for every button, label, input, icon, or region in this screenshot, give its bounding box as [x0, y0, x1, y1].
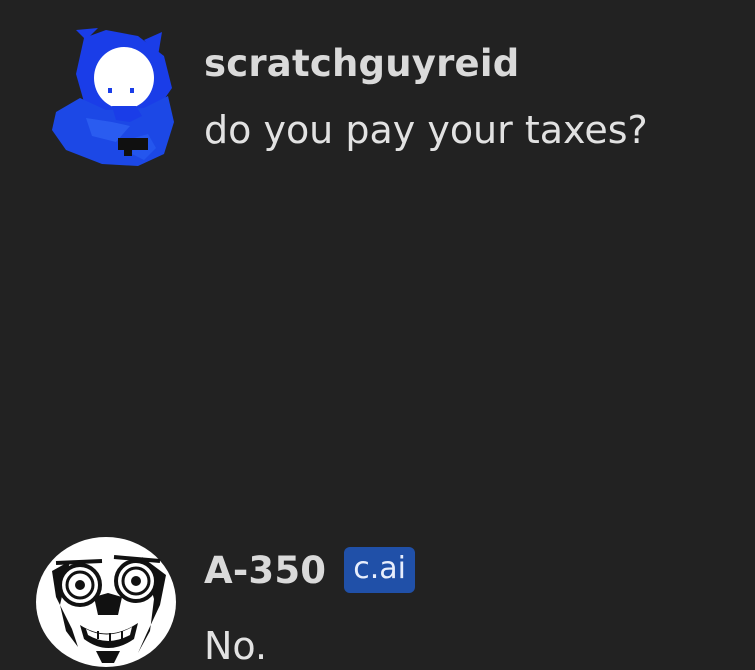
message-header: scratchguyreid	[204, 38, 519, 88]
staring-face-avatar-icon	[36, 537, 176, 667]
chat-message: scratchguyreid do you pay your taxes?	[0, 0, 755, 200]
character-avatar[interactable]	[34, 535, 184, 670]
chat-container: scratchguyreid do you pay your taxes? A-…	[0, 0, 755, 668]
message-text: No.	[204, 624, 268, 668]
message-text: do you pay your taxes?	[204, 108, 648, 152]
chat-message: A-350 c.ai No.	[0, 260, 755, 668]
message-header: A-350 c.ai	[204, 546, 415, 594]
author-name[interactable]: scratchguyreid	[204, 42, 519, 85]
author-name[interactable]: A-350	[204, 549, 326, 592]
user-avatar[interactable]	[46, 26, 186, 171]
ai-badge: c.ai	[344, 547, 415, 593]
blue-cat-avatar-icon	[52, 28, 174, 166]
